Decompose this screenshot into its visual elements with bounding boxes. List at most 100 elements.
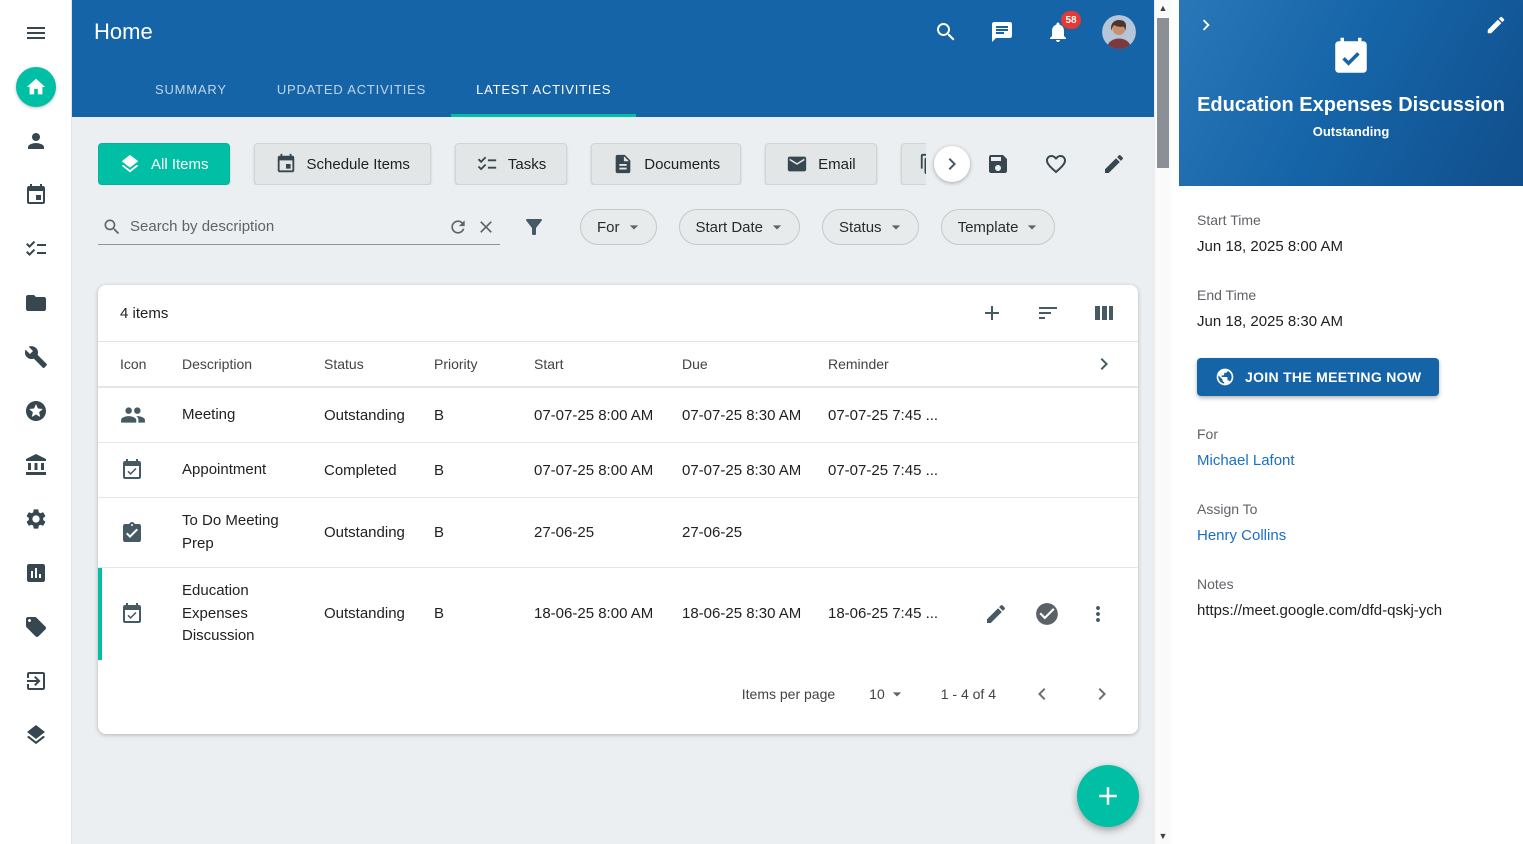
cell-status: Outstanding (324, 524, 434, 541)
favorite-button[interactable] (1044, 152, 1068, 176)
sidebar-item-menu[interactable] (12, 6, 60, 60)
schedule-items-button[interactable]: Schedule Items (254, 143, 431, 185)
sidebar-item-home[interactable] (12, 60, 60, 114)
sidebar-item-tasks[interactable] (12, 222, 60, 276)
cell-start: 27-06-25 (534, 524, 682, 541)
chat-button[interactable] (990, 20, 1014, 44)
checklist-icon (24, 237, 48, 261)
all-items-button[interactable]: All Items (98, 143, 230, 185)
cell-due: 07-07-25 8:30 AM (682, 462, 828, 479)
join-meeting-button[interactable]: JOIN THE MEETING NOW (1197, 358, 1439, 396)
chevron-right-icon (1090, 682, 1114, 706)
columns-button[interactable] (1092, 301, 1116, 325)
copy-items-button[interactable] (901, 143, 926, 185)
filter-button[interactable] (522, 215, 546, 239)
save-view-button[interactable] (986, 152, 1010, 176)
tasks-button[interactable]: Tasks (455, 143, 567, 185)
sort-button[interactable] (1036, 301, 1060, 325)
vertical-scrollbar[interactable]: ▲ ▼ (1154, 0, 1171, 844)
assign-to-value-link[interactable]: Henry Collins (1197, 527, 1505, 544)
create-new-fab[interactable] (1077, 765, 1139, 827)
for-filter-dropdown[interactable]: For (580, 209, 657, 245)
plus-icon (1093, 781, 1123, 811)
tab-updated-activities[interactable]: UPDATED ACTIVITIES (252, 64, 451, 117)
row-more-button[interactable] (1086, 602, 1110, 626)
cell-priority: B (434, 407, 534, 424)
sidebar-item-contacts[interactable] (12, 114, 60, 168)
cell-description: Appointment (182, 459, 324, 482)
cell-reminder: 07-07-25 7:45 ... (828, 462, 960, 479)
record-title: Education Expenses Discussion (1195, 94, 1507, 117)
scroll-down-arrow[interactable]: ▼ (1155, 828, 1171, 844)
table-row-selected[interactable]: Education Expenses Discussion Outstandin… (98, 567, 1138, 660)
table-scroll-right-button[interactable] (1092, 352, 1116, 376)
column-header-start[interactable]: Start (534, 356, 682, 372)
column-header-due[interactable]: Due (682, 356, 828, 372)
next-page-button[interactable] (1090, 682, 1114, 706)
detail-panel-header: Education Expenses Discussion Outstandin… (1179, 0, 1523, 186)
chevron-down-icon (1022, 217, 1042, 237)
sidebar-item-calendar[interactable] (12, 168, 60, 222)
cell-priority: B (434, 462, 534, 479)
items-count: 4 items (120, 305, 168, 322)
column-header-reminder[interactable]: Reminder (828, 356, 960, 372)
sidebar-item-modules[interactable] (12, 708, 60, 762)
notifications-button[interactable]: 58 (1046, 20, 1070, 44)
tab-latest-activities[interactable]: LATEST ACTIVITIES (451, 64, 636, 117)
app-header: Home 58 SUMMARY UPDATED ACTIVITIES LATES… (72, 0, 1154, 117)
toolbar-button-strip: All Items Schedule Items Tasks Documents… (98, 143, 926, 185)
toolbar-scroll-right-button[interactable] (934, 146, 970, 182)
email-button[interactable]: Email (765, 143, 877, 185)
sidebar-item-reports[interactable] (12, 546, 60, 600)
column-header-icon[interactable]: Icon (120, 356, 182, 372)
clear-search-icon[interactable] (476, 217, 496, 237)
edit-row-button[interactable] (984, 602, 1008, 626)
template-filter-dropdown[interactable]: Template (941, 209, 1056, 245)
sidebar-item-logout[interactable] (12, 654, 60, 708)
mark-complete-button[interactable] (1034, 601, 1060, 627)
scroll-up-arrow[interactable]: ▲ (1155, 0, 1171, 16)
previous-page-button[interactable] (1030, 682, 1054, 706)
start-date-filter-dropdown[interactable]: Start Date (679, 209, 801, 245)
cell-start: 18-06-25 8:00 AM (534, 605, 682, 622)
chart-icon (24, 561, 48, 585)
user-avatar[interactable] (1102, 15, 1136, 49)
calendar-check-icon (120, 602, 182, 626)
cell-status: Outstanding (324, 605, 434, 622)
sidebar-item-featured[interactable] (12, 384, 60, 438)
documents-button[interactable]: Documents (591, 143, 741, 185)
table-row[interactable]: To Do Meeting Prep Outstanding B 27-06-2… (98, 497, 1138, 567)
table-row[interactable]: Appointment Completed B 07-07-25 8:00 AM… (98, 442, 1138, 497)
clipboard-check-icon (120, 521, 182, 545)
edit-view-button[interactable] (1102, 152, 1126, 176)
sidebar-item-documents[interactable] (12, 276, 60, 330)
search-input[interactable] (130, 218, 440, 235)
column-header-description[interactable]: Description (182, 356, 324, 372)
scrollbar-thumb[interactable] (1157, 18, 1169, 168)
column-header-priority[interactable]: Priority (434, 356, 534, 372)
column-header-status[interactable]: Status (324, 356, 434, 372)
search-button[interactable] (934, 20, 958, 44)
for-value-link[interactable]: Michael Lafont (1197, 452, 1505, 469)
sidebar-item-accounts[interactable] (12, 438, 60, 492)
table-row[interactable]: Meeting Outstanding B 07-07-25 8:00 AM 0… (98, 387, 1138, 442)
add-item-button[interactable] (980, 301, 1004, 325)
edit-record-button[interactable] (1485, 14, 1507, 36)
panel-gap (1171, 0, 1179, 844)
tab-summary[interactable]: SUMMARY (130, 64, 252, 117)
detail-panel: Education Expenses Discussion Outstandin… (1179, 0, 1523, 844)
content-area: All Items Schedule Items Tasks Documents… (72, 117, 1154, 844)
heart-icon (1044, 152, 1068, 176)
collapse-panel-button[interactable] (1195, 14, 1217, 36)
pagination: Items per page 10 1 - 4 of 4 (98, 660, 1138, 734)
items-per-page-select[interactable]: 10 (869, 684, 907, 704)
table-header-row: Icon Description Status Priority Start D… (98, 341, 1138, 387)
filter-row: For Start Date Status Template (98, 209, 1138, 245)
search-icon (934, 20, 958, 44)
refresh-icon[interactable] (448, 217, 468, 237)
sidebar-item-settings[interactable] (12, 492, 60, 546)
sidebar-item-tags[interactable] (12, 600, 60, 654)
status-filter-dropdown[interactable]: Status (822, 209, 919, 245)
record-status: Outstanding (1195, 124, 1507, 139)
sidebar-item-tools[interactable] (12, 330, 60, 384)
